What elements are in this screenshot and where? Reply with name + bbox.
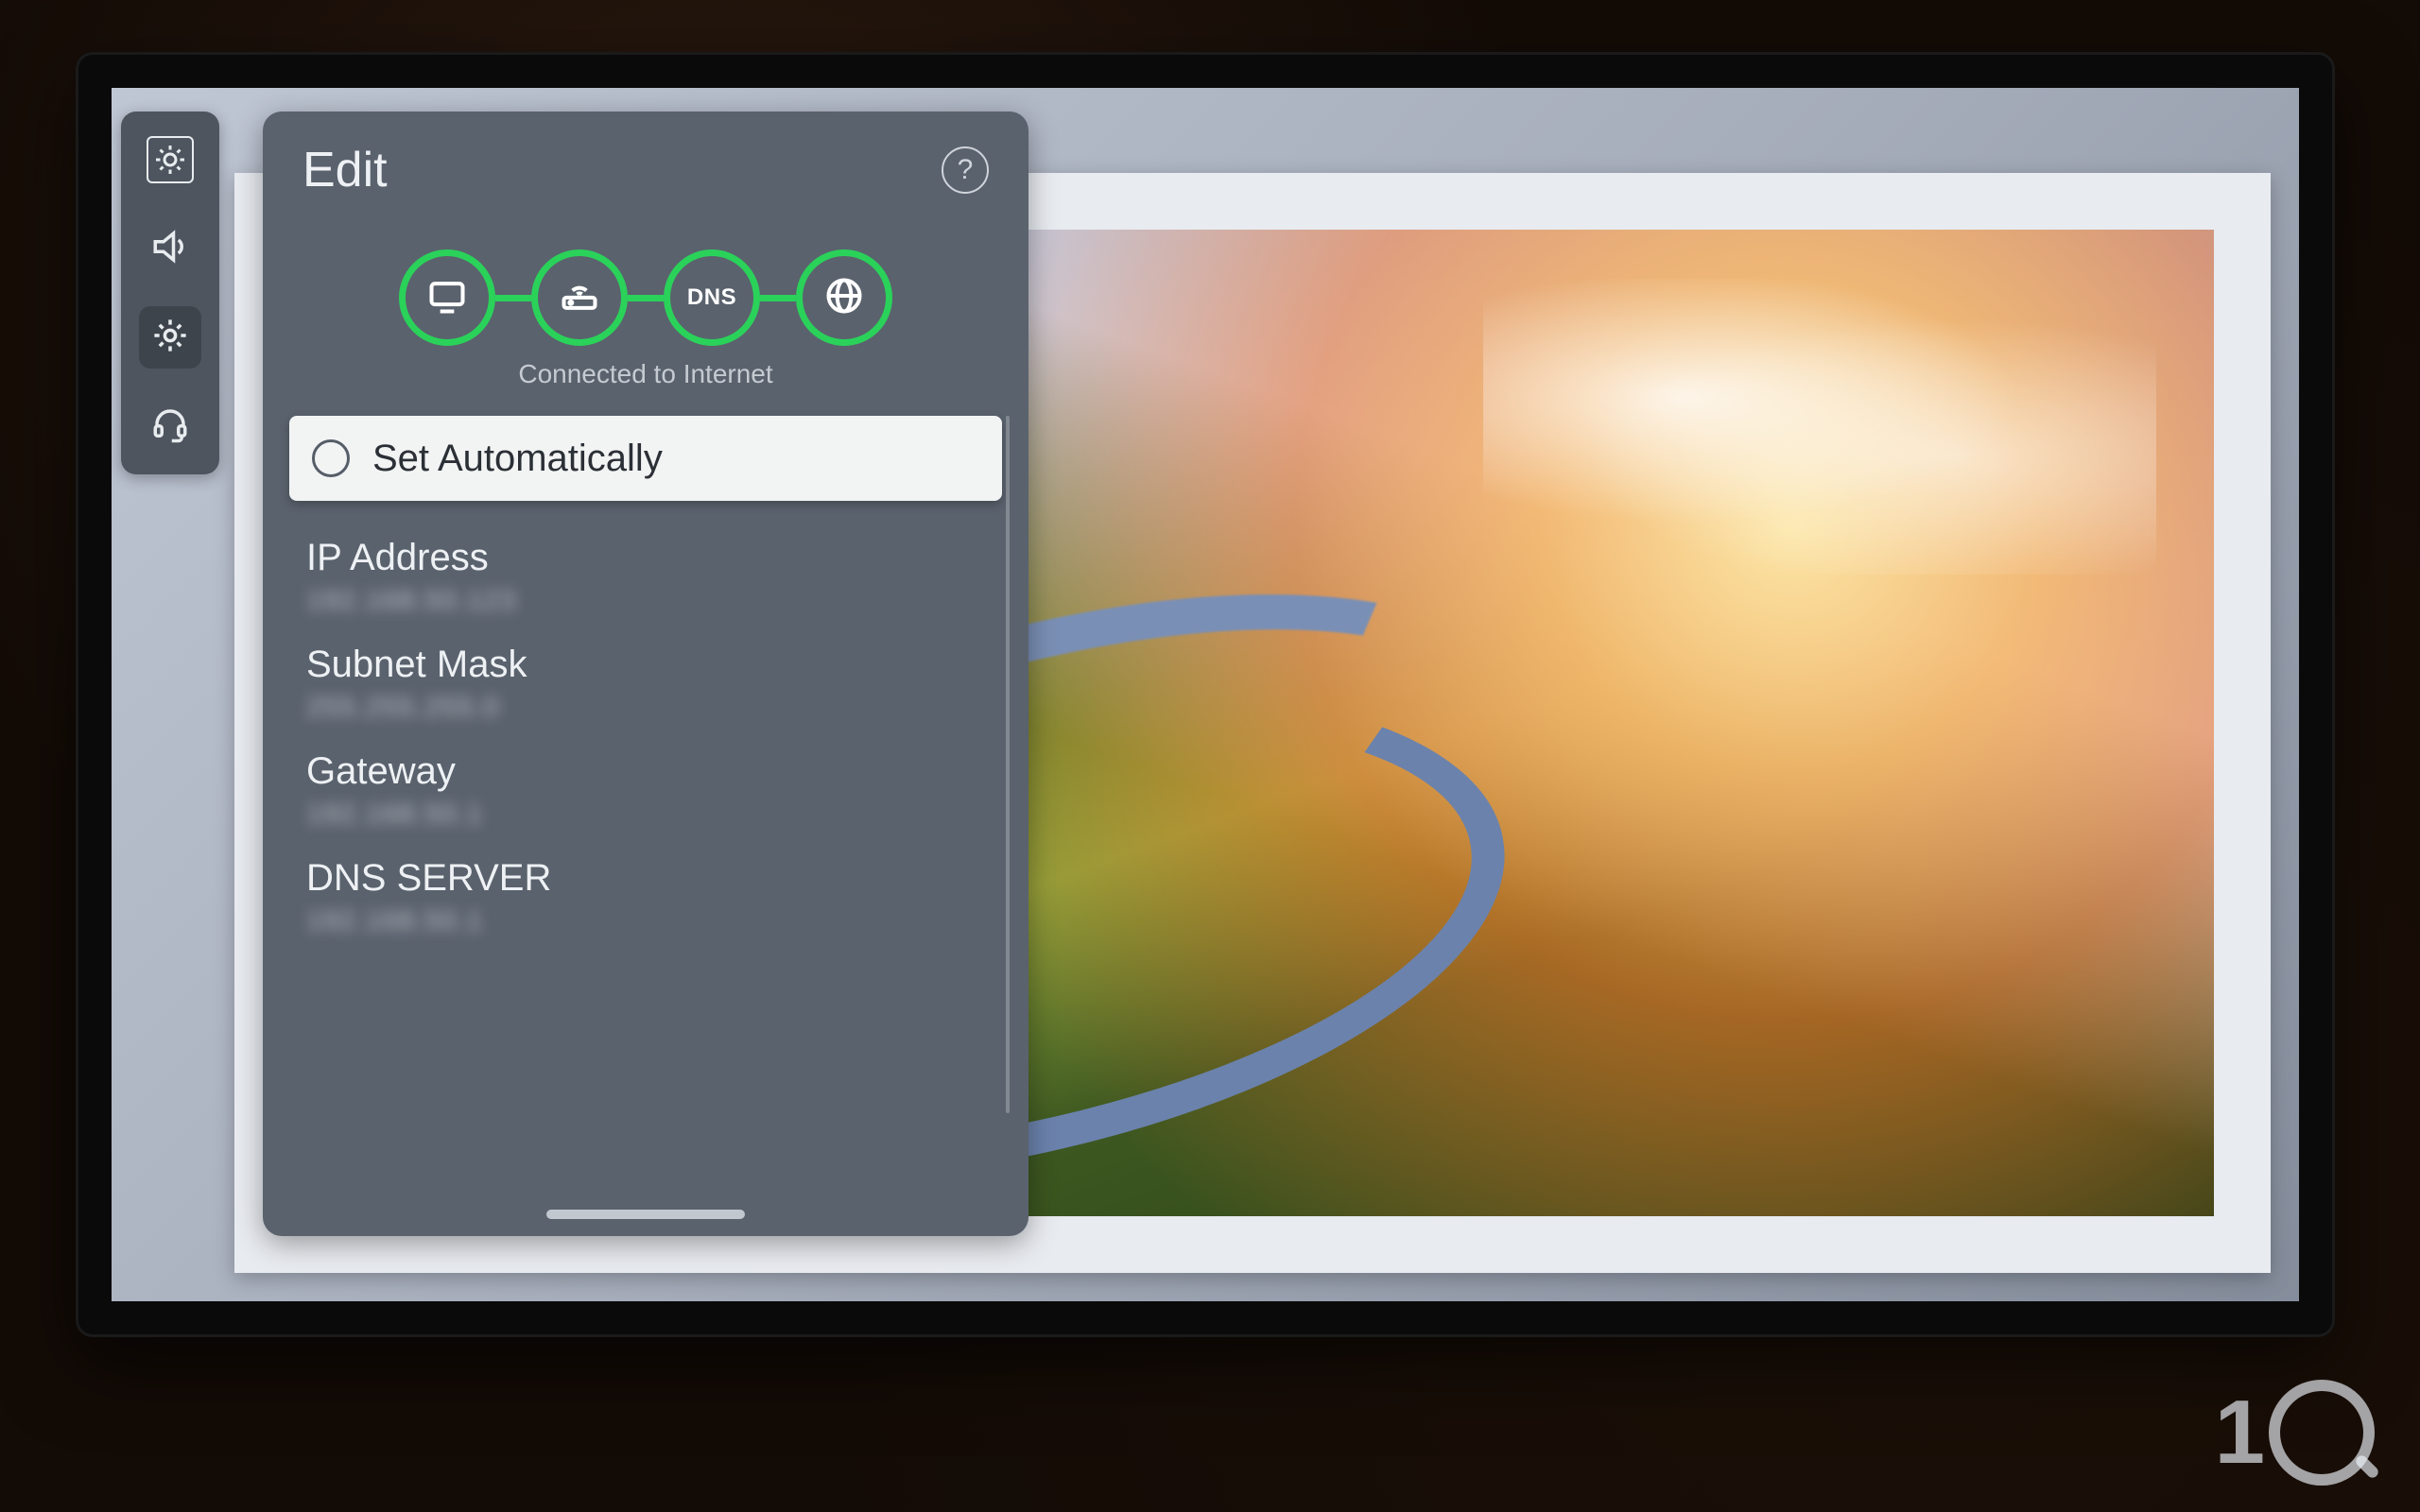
- set-automatically-option[interactable]: Set Automatically: [289, 416, 1002, 501]
- panel-title: Edit: [302, 142, 388, 198]
- field-label: Subnet Mask: [306, 644, 985, 686]
- connection-chain: DNS: [263, 221, 1028, 352]
- speaker-icon: [150, 227, 190, 271]
- watermark-digit: 1: [2215, 1381, 2265, 1485]
- chain-link: [628, 295, 664, 301]
- field-value: 192.168.50.1: [306, 905, 985, 937]
- home-indicator: [546, 1210, 745, 1219]
- chain-node-tv: [399, 249, 495, 346]
- field-label: IP Address: [306, 537, 985, 579]
- help-icon: ?: [958, 154, 974, 186]
- option-label: Set Automatically: [372, 438, 663, 480]
- chain-link: [495, 295, 531, 301]
- headset-icon: [150, 404, 190, 449]
- dns-label: DNS: [687, 284, 736, 311]
- field-label: DNS SERVER: [306, 857, 985, 900]
- brightness-icon: [147, 136, 194, 183]
- tv-frame: Edit ?: [76, 52, 2335, 1337]
- panel-body: Set Automatically IP Address 192.168.50.…: [263, 416, 1028, 1236]
- field-subnet-mask[interactable]: Subnet Mask 255.255.255.0: [263, 625, 1028, 731]
- connection-status: Connected to Internet: [263, 352, 1028, 416]
- field-value: 255.255.255.0: [306, 692, 985, 724]
- sidebar-item-picture[interactable]: [139, 129, 201, 191]
- chain-node-dns: DNS: [664, 249, 760, 346]
- tv-screen: Edit ?: [112, 88, 2299, 1301]
- tv-icon: [426, 275, 468, 321]
- sidebar-item-sound[interactable]: [139, 217, 201, 280]
- field-label: Gateway: [306, 750, 985, 793]
- field-dns-server[interactable]: DNS SERVER 192.168.50.1: [263, 838, 1028, 945]
- router-icon: [559, 275, 600, 321]
- chain-node-internet: [796, 249, 892, 346]
- chain-link: [760, 295, 796, 301]
- gear-icon: [150, 316, 190, 360]
- scrollbar[interactable]: [1006, 416, 1010, 1113]
- field-gateway[interactable]: Gateway 192.168.50.1: [263, 731, 1028, 838]
- settings-sidebar: [121, 112, 219, 474]
- magnifier-icon: [2269, 1380, 2375, 1486]
- field-value: 192.168.50.1: [306, 799, 985, 831]
- globe-icon: [823, 275, 865, 321]
- chain-node-router: [531, 249, 628, 346]
- sidebar-item-support[interactable]: [139, 395, 201, 457]
- watermark: 1: [2215, 1380, 2375, 1486]
- sidebar-item-settings[interactable]: [139, 306, 201, 369]
- network-edit-panel: Edit ?: [263, 112, 1028, 1236]
- radio-unchecked-icon: [312, 439, 350, 477]
- help-button[interactable]: ?: [942, 146, 989, 194]
- field-value: 192.168.50.123: [306, 585, 985, 617]
- field-ip-address[interactable]: IP Address 192.168.50.123: [263, 518, 1028, 625]
